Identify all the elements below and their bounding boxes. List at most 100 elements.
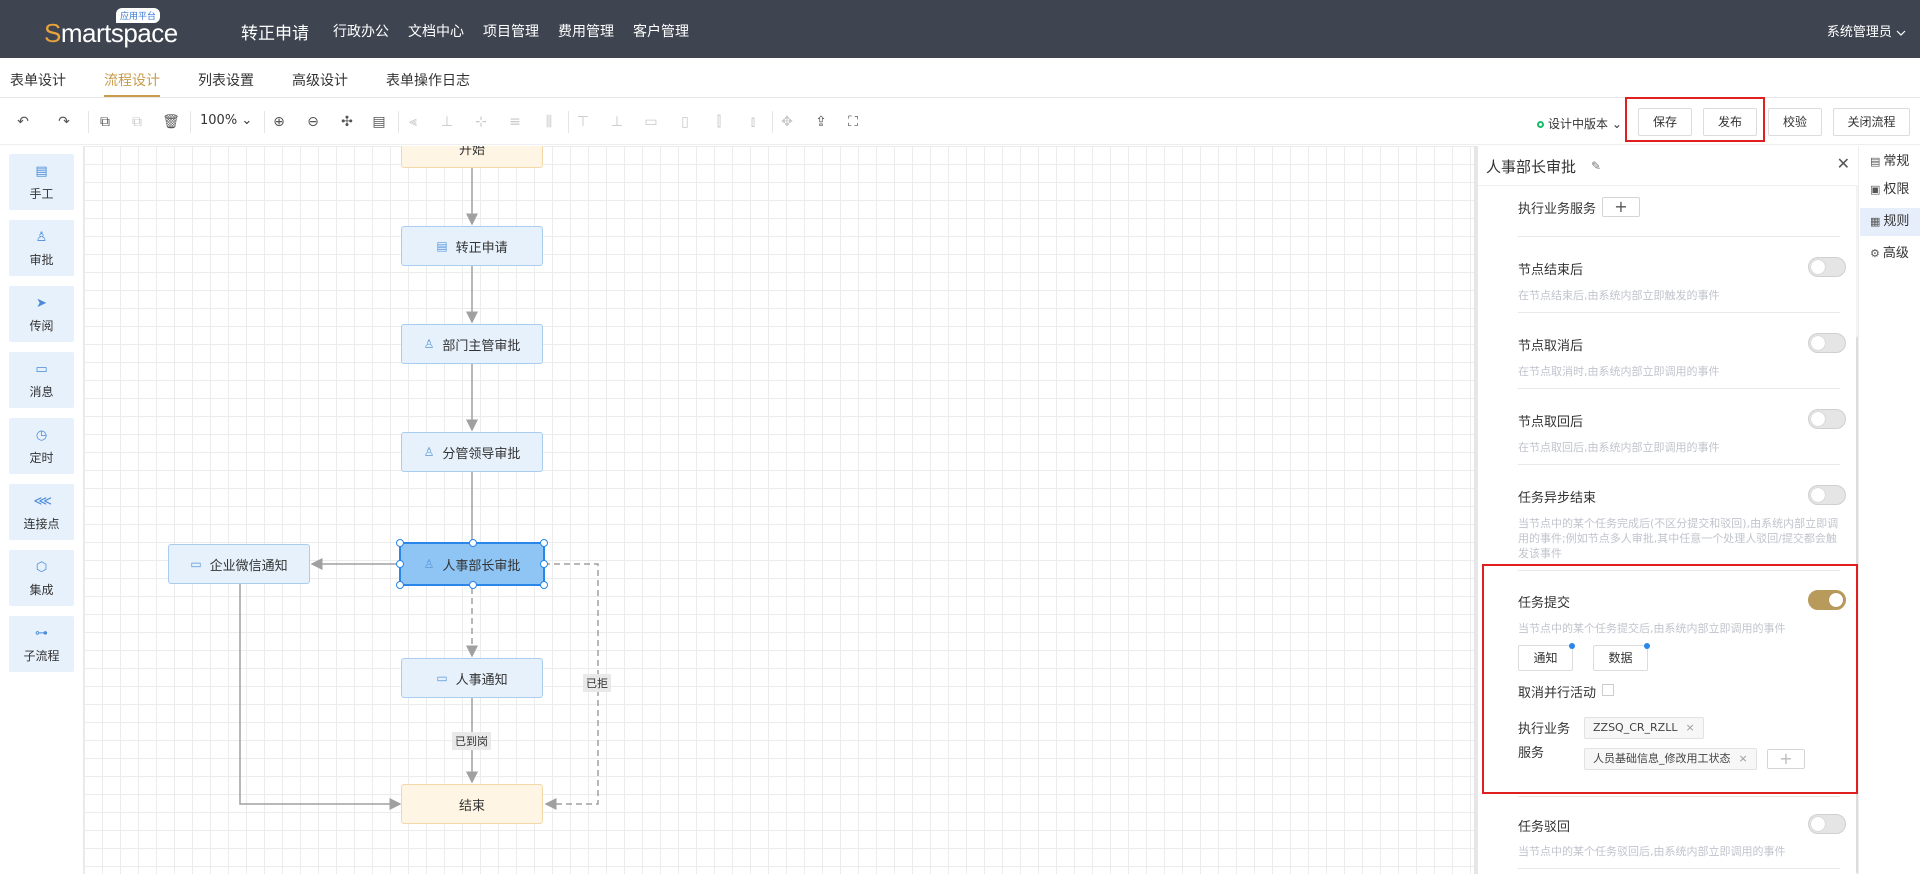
flow-canvas[interactable]: 开始 ▤ 转正申请 ♙ 部门主管审批 ♙ 分管领导审批 ♙ 人事部长审批 ▭ 企… (84, 146, 1474, 874)
v-distribute-icon[interactable]: ⫾ (744, 113, 762, 131)
h-distribute-icon[interactable]: ⫿ (710, 113, 728, 131)
node-label: 转正申请 (455, 240, 508, 256)
tab-list-settings[interactable]: 列表设置 (198, 70, 254, 90)
nav-item-expenses[interactable]: 费用管理 (558, 21, 614, 41)
edge-label-arrived[interactable]: 已到岗 (452, 732, 491, 750)
same-height-icon[interactable]: ▯ (676, 113, 694, 131)
edge-wechat-end (239, 584, 402, 810)
palette-item-integration[interactable]: ⬡ 集成 (9, 550, 74, 606)
flow-node-apply[interactable]: ▤ 转正申请 (401, 226, 543, 266)
flow-node-start[interactable]: 开始 (401, 146, 543, 168)
palette-item-manual[interactable]: ▤ 手工 (9, 154, 74, 210)
close-flow-button[interactable]: 关闭流程 (1833, 108, 1910, 136)
flow-node-end[interactable]: 结束 (401, 784, 543, 824)
flow-node-dept-manager[interactable]: ♙ 部门主管审批 (401, 324, 543, 364)
palette-item-subflow[interactable]: ⊶ 子流程 (9, 616, 74, 672)
palette-item-message[interactable]: ▭ 消息 (9, 352, 74, 408)
side-tab-general[interactable]: ▤ 常规 (1860, 148, 1920, 176)
share-icon: ⋘ (33, 494, 53, 509)
fullscreen-icon[interactable]: ⛶ (844, 113, 862, 131)
resize-handle[interactable] (396, 560, 404, 568)
palette-item-approval[interactable]: ♙ 审批 (9, 220, 74, 276)
node-label: 分管领导审批 (442, 446, 521, 462)
task-reject-toggle[interactable] (1808, 814, 1846, 834)
row-label: 节点结束后 (1518, 263, 1584, 278)
divider (1518, 464, 1840, 465)
resize-handle[interactable] (540, 539, 548, 547)
paste-icon[interactable]: ⧉ (128, 113, 146, 131)
delete-icon[interactable]: 🗑 (162, 113, 180, 131)
zoom-in-icon[interactable]: ⊕ (270, 113, 288, 131)
side-tab-rules[interactable]: ▦ 规则 (1860, 208, 1920, 236)
tab-form-log[interactable]: 表单操作日志 (386, 70, 470, 90)
nav-item-admin[interactable]: 行政办公 (333, 21, 389, 41)
tab-flow-design[interactable]: 流程设计 (104, 70, 160, 97)
align-bottom-edge-icon[interactable]: ⊥ (608, 113, 626, 131)
divider (1518, 236, 1840, 237)
toolbar-divider (190, 111, 191, 133)
flow-node-hr-notice[interactable]: ▭ 人事通知 (401, 658, 543, 698)
edge-label-rejected[interactable]: 已拒 (583, 674, 611, 692)
side-tab-permission[interactable]: ▣ 权限 (1860, 176, 1920, 204)
property-panel: 人事部长审批 ✎ ✕ 执行业务服务 + 节点结束后 在节点结束后,由系统内部立即… (1474, 146, 1862, 874)
flow-node-wechat[interactable]: ▭ 企业微信通知 (168, 544, 310, 584)
align-left-icon[interactable]: ⫷ (404, 113, 422, 131)
form-icon: ▤ (436, 239, 448, 253)
task-async-end-toggle[interactable] (1808, 485, 1846, 505)
resize-handle[interactable] (469, 539, 477, 547)
zoom-select[interactable]: 100% ⌄ (200, 113, 252, 128)
edit-icon[interactable]: ✎ (1591, 159, 1601, 173)
palette-item-label: 传阅 (29, 319, 54, 333)
export-icon[interactable]: ⇪ (812, 113, 830, 131)
same-width-icon[interactable]: ▭ (642, 113, 660, 131)
undo-icon[interactable]: ↶ (14, 113, 32, 131)
zoom-level: 100% (200, 113, 238, 128)
resize-handle[interactable] (540, 581, 548, 589)
toolbar-divider (264, 111, 265, 133)
resize-handle[interactable] (540, 560, 548, 568)
panel-header: 人事部长审批 ✎ ✕ (1478, 146, 1858, 186)
fit-center-icon[interactable]: ✣ (338, 113, 356, 131)
palette-item-circulate[interactable]: ➤ 传阅 (9, 286, 74, 342)
app-logo[interactable]: Smartspace 应用平台 (44, 8, 178, 50)
move-icon[interactable]: ✥ (778, 113, 796, 131)
add-service-button[interactable]: + (1602, 197, 1640, 217)
tab-advanced-design[interactable]: 高级设计 (292, 70, 348, 90)
distribute-icon[interactable]: ⫼ (540, 113, 558, 131)
align-middle-icon[interactable]: ≡ (506, 113, 524, 131)
row-desc: 在节点取消时,由系统内部立即调用的事件 (1518, 365, 1720, 378)
node-end-toggle[interactable] (1808, 257, 1846, 277)
toolbar-divider (398, 111, 399, 133)
chevron-down-icon: ⌄ (241, 113, 253, 128)
side-tab-advanced[interactable]: ⚙ 高级 (1860, 240, 1920, 268)
resize-handle[interactable] (469, 581, 477, 589)
nav-item-projects[interactable]: 项目管理 (483, 21, 539, 41)
close-icon[interactable]: ✕ (1837, 154, 1850, 173)
divider (1518, 868, 1840, 869)
align-bottom-icon[interactable]: ⊥ (438, 113, 456, 131)
user-menu[interactable]: 系统管理员 (1827, 21, 1906, 40)
validate-button[interactable]: 校验 (1768, 108, 1822, 136)
row-desc: 当节点中的某个任务完成后(不区分提交和驳回),由系统内部立即调用的事件;例如节点… (1518, 517, 1839, 560)
flow-node-hr-head[interactable]: ♙ 人事部长审批 (396, 539, 548, 589)
resize-handle[interactable] (396, 539, 404, 547)
palette-item-connector[interactable]: ⋘ 连接点 (9, 484, 74, 540)
version-select[interactable]: 设计中版本 ⌄ (1537, 115, 1622, 132)
align-top-icon[interactable]: ⊤ (574, 113, 592, 131)
resize-handle[interactable] (396, 581, 404, 589)
node-retrieve-toggle[interactable] (1808, 409, 1846, 429)
node-cancel-toggle[interactable] (1808, 333, 1846, 353)
redo-icon[interactable]: ↷ (55, 113, 73, 131)
align-center-icon[interactable]: ⊹ (472, 113, 490, 131)
zoom-out-icon[interactable]: ⊖ (304, 113, 322, 131)
palette-item-label: 连接点 (23, 517, 60, 531)
tab-form-design[interactable]: 表单设计 (10, 70, 66, 90)
palette-item-timer[interactable]: ◷ 定时 (9, 418, 74, 474)
nav-item-customers[interactable]: 客户管理 (633, 21, 689, 41)
flow-node-leader[interactable]: ♙ 分管领导审批 (401, 432, 543, 472)
app-title: 转正申请 (241, 24, 309, 44)
nav-item-docs[interactable]: 文档中心 (408, 21, 464, 41)
message-icon: ▭ (35, 362, 48, 377)
copy-icon[interactable]: ⧉ (96, 113, 114, 131)
grid-icon[interactable]: ▤ (370, 113, 388, 131)
